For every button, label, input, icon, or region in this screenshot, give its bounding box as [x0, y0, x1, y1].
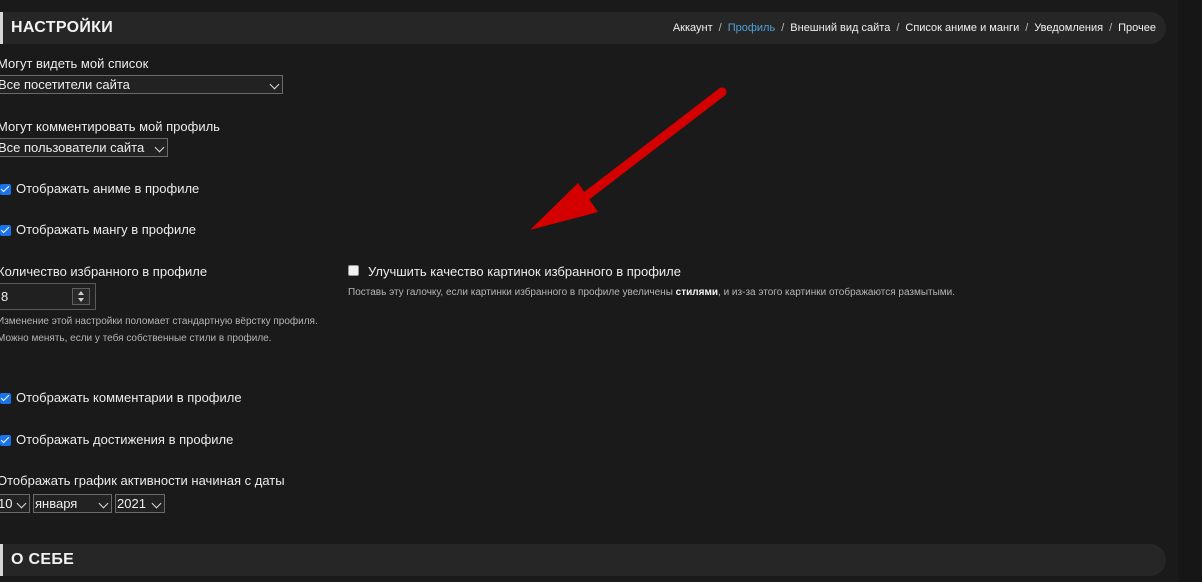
about-title: О СЕБЕ [11, 551, 75, 568]
activity-month-select[interactable]: января [33, 494, 112, 513]
tab-account[interactable]: Аккаунт [673, 22, 713, 34]
list-visibility-label: Могут видеть мой список [0, 56, 149, 71]
tab-separator: / [781, 22, 785, 34]
favorites-count-input[interactable]: 8 [0, 283, 96, 310]
show-comments-label: Отображать комментарии в профиле [16, 390, 242, 405]
favorites-count-label: Количество избранного в профиле [0, 264, 208, 279]
tab-appearance[interactable]: Внешний вид сайта [790, 22, 890, 34]
favorites-count-value: 8 [1, 289, 9, 304]
favorites-count-hint-1: Изменение этой настройки поломает станда… [0, 316, 318, 327]
tab-notifications[interactable]: Уведомления [1034, 22, 1103, 34]
improve-images-hint-bold: стилями [675, 287, 719, 298]
spinner-down-icon[interactable] [78, 298, 84, 302]
chevron-down-icon [154, 142, 165, 153]
settings-tabs: Аккаунт / Профиль / Внешний вид сайта / … [673, 12, 1156, 44]
header-accent-bar [0, 544, 3, 576]
spinner-arrows-icon[interactable] [72, 288, 90, 305]
spinner-up-icon[interactable] [78, 291, 84, 295]
show-anime-checkbox[interactable] [0, 184, 11, 195]
tab-separator: / [718, 22, 722, 34]
right-gutter [1178, 0, 1202, 582]
activity-year-value: 2021 [117, 496, 146, 511]
profile-comments-label: Могут комментировать мой профиль [0, 119, 220, 134]
tab-separator: / [1109, 22, 1113, 34]
chevron-down-icon [269, 79, 280, 90]
show-manga-label: Отображать мангу в профиле [16, 222, 197, 237]
activity-day-select[interactable]: 10 [0, 494, 30, 513]
improve-images-hint-tail: , и из-за этого картинки отображаются ра… [718, 287, 956, 298]
settings-page: НАСТРОЙКИ Аккаунт / Профиль / Внешний ви… [0, 0, 1202, 582]
show-achievements-checkbox[interactable] [0, 435, 11, 446]
tab-profile[interactable]: Профиль [728, 22, 776, 34]
activity-day-value: 10 [0, 496, 13, 511]
chevron-down-icon [16, 498, 27, 509]
header-accent-bar [0, 12, 3, 44]
tab-other[interactable]: Прочее [1118, 22, 1156, 34]
profile-comments-value: Все пользователи сайта [0, 140, 145, 155]
show-comments-checkbox[interactable] [0, 393, 11, 404]
activity-month-value: января [35, 496, 78, 511]
activity-year-select[interactable]: 2021 [115, 494, 165, 513]
show-anime-label: Отображать аниме в профиле [16, 181, 200, 196]
chevron-down-icon [98, 498, 109, 509]
list-visibility-select[interactable]: Все посетители сайта [0, 75, 283, 94]
favorites-count-hint-2: Можно менять, если у тебя собственные ст… [0, 333, 272, 344]
list-visibility-value: Все посетители сайта [0, 77, 130, 92]
chevron-down-icon [151, 498, 162, 509]
annotation-arrow [530, 87, 727, 230]
tab-separator: / [1025, 22, 1029, 34]
tab-anime-manga-list[interactable]: Список аниме и манги [905, 22, 1019, 34]
improve-images-label: Улучшить качество картинок избранного в … [368, 264, 681, 279]
show-achievements-label: Отображать достижения в профиле [16, 432, 234, 447]
improve-images-checkbox[interactable] [348, 265, 359, 276]
tab-separator: / [896, 22, 900, 34]
improve-images-hint-text: Поставь эту галочку, если картинки избра… [348, 287, 676, 298]
settings-header: НАСТРОЙКИ Аккаунт / Профиль / Внешний ви… [0, 12, 1166, 44]
improve-images-hint: Поставь эту галочку, если картинки избра… [348, 287, 955, 298]
show-manga-checkbox[interactable] [0, 225, 11, 236]
profile-comments-select[interactable]: Все пользователи сайта [0, 138, 168, 157]
about-header: О СЕБЕ [0, 544, 1166, 576]
activity-graph-label: Отображать график активности начиная с д… [0, 473, 285, 488]
page-title: НАСТРОЙКИ [11, 19, 114, 36]
